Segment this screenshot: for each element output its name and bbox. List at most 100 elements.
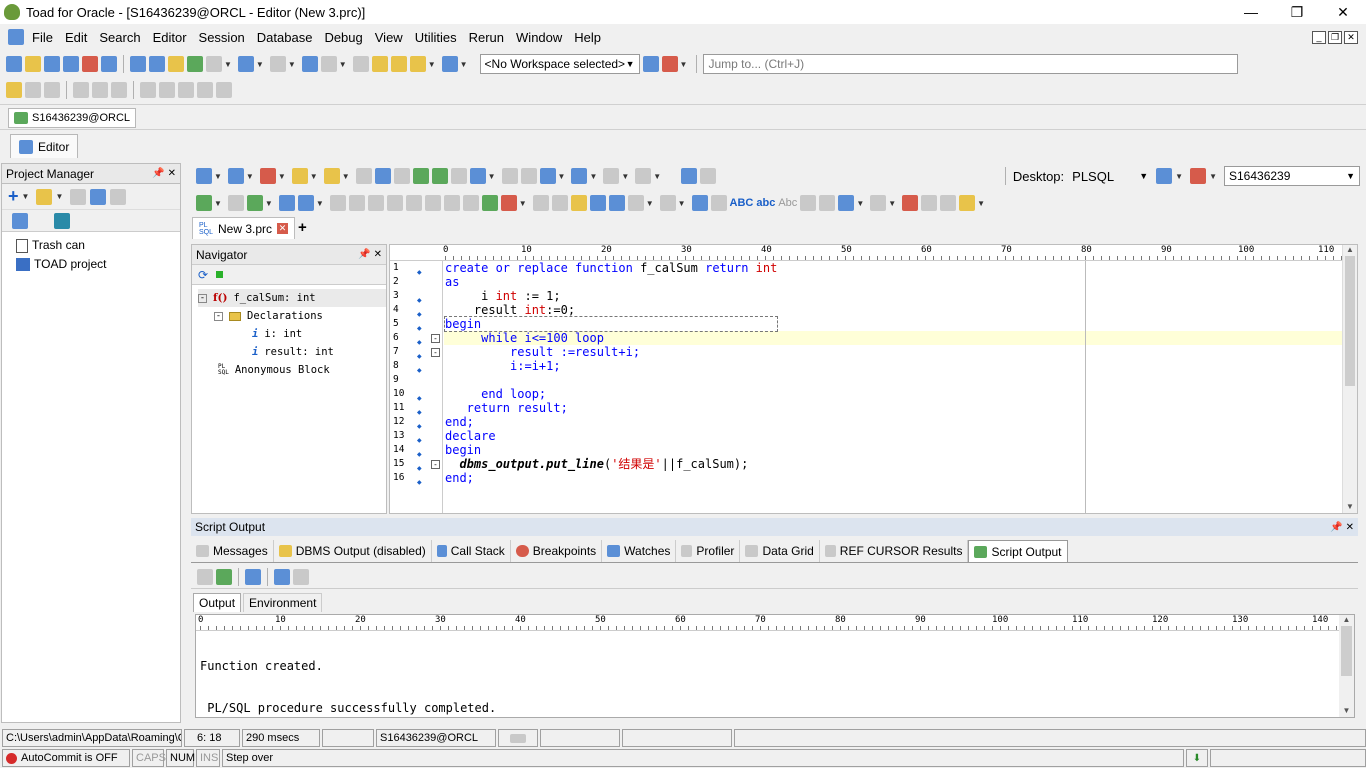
tool1-icon[interactable] [25, 82, 41, 98]
debug-options-icon[interactable] [297, 195, 314, 211]
print-editor-icon[interactable] [450, 168, 467, 184]
menu-database[interactable]: Database [251, 30, 319, 45]
step4-icon[interactable] [386, 195, 403, 211]
menu-rerun[interactable]: Rerun [463, 30, 510, 45]
menu-session[interactable]: Session [193, 30, 251, 45]
mdi-close-button[interactable]: ✕ [1344, 31, 1358, 44]
fold-while-icon[interactable]: - [431, 348, 440, 357]
nav-var-i[interactable]: i i: int [198, 325, 386, 343]
add-icon[interactable]: + [8, 186, 19, 207]
workspace-select[interactable]: <No Workspace selected> ▼ [479, 54, 640, 74]
tools-icon[interactable] [269, 56, 286, 72]
open-icon[interactable] [291, 168, 308, 184]
output-check-icon[interactable] [216, 568, 232, 585]
output-copy-icon[interactable] [245, 568, 261, 585]
menu-view[interactable]: View [369, 30, 409, 45]
code-editor[interactable]: 0 10 20 30 40 50 60 70 80 90 100 110 123… [389, 244, 1358, 514]
desktop-delete-icon[interactable] [1190, 168, 1207, 184]
step3-icon[interactable] [367, 195, 384, 211]
layout-editor-icon[interactable] [681, 168, 698, 184]
plsql-icon[interactable] [320, 56, 337, 72]
navigator-close-icon[interactable]: ✕ [374, 249, 382, 260]
grid-icon[interactable] [301, 56, 318, 72]
tab-breakpoints[interactable]: Breakpoints [511, 540, 603, 562]
compile-error-icon[interactable] [500, 195, 517, 211]
window-view-icon[interactable] [571, 168, 588, 184]
menu-help[interactable]: Help [568, 30, 607, 45]
new-file-icon[interactable] [70, 188, 87, 205]
minimize-button[interactable]: — [1228, 0, 1274, 24]
sql-modeler-icon[interactable] [44, 56, 60, 72]
compile-all-icon[interactable] [481, 195, 498, 211]
format-code-icon[interactable] [838, 195, 855, 211]
fold-begin2-icon[interactable]: - [431, 460, 440, 469]
query-icon[interactable] [206, 56, 222, 72]
menu-utilities[interactable]: Utilities [409, 30, 463, 45]
navigator-refresh-icon[interactable]: ⟳ [198, 268, 208, 282]
back-icon[interactable] [603, 168, 620, 184]
projects-tab-icon[interactable] [12, 212, 28, 229]
compile-icon[interactable] [520, 168, 537, 184]
output-pin-icon[interactable]: 📌 [1330, 522, 1342, 533]
connect-icon[interactable] [409, 56, 426, 72]
menu-file[interactable]: File [26, 30, 59, 45]
editor-window-tab[interactable]: Editor [10, 134, 79, 158]
step8-icon[interactable] [462, 195, 479, 211]
describe-icon[interactable] [101, 56, 117, 72]
save-all-icon[interactable] [393, 168, 410, 184]
open-folder-icon[interactable] [36, 188, 53, 205]
editor-scrollbar[interactable]: ▲ ▼ [1342, 245, 1357, 513]
find-object-icon[interactable] [187, 56, 203, 72]
magnifier-icon[interactable] [700, 168, 717, 184]
breakpoint-icon[interactable] [902, 195, 919, 211]
lowercase-icon[interactable]: abc [756, 197, 775, 209]
navigator-filter-icon[interactable] [216, 271, 224, 278]
connect-editor-icon[interactable] [196, 168, 212, 184]
pin-icon[interactable]: 📌 [152, 168, 164, 179]
step7-icon[interactable] [443, 195, 460, 211]
tool9-icon[interactable] [197, 82, 213, 98]
workspace-delete-icon[interactable] [661, 56, 678, 72]
menu-debug[interactable]: Debug [318, 30, 368, 45]
tab-watches[interactable]: Watches [602, 540, 677, 562]
comment-icon[interactable] [589, 195, 606, 211]
breakpoint3-icon[interactable] [940, 195, 957, 211]
schema-select[interactable]: S16436239 ▼ [1224, 166, 1360, 186]
menu-window[interactable]: Window [510, 30, 568, 45]
save-icon[interactable] [374, 168, 391, 184]
outdent-icon[interactable] [819, 195, 836, 211]
new-editor-icon[interactable] [6, 56, 22, 72]
tree-item-trash[interactable]: Trash can [16, 236, 180, 255]
file-tab[interactable]: PL SQL New 3.prc ✕ [192, 217, 296, 239]
output-print-icon[interactable] [293, 568, 309, 585]
collapse-icon[interactable]: - [214, 311, 223, 321]
disabled-arrow-icon[interactable] [352, 56, 369, 72]
uppercase-icon[interactable]: ABC [730, 197, 754, 209]
nav-var-result[interactable]: i result: int [198, 343, 386, 361]
tool8-icon[interactable] [178, 82, 194, 98]
replace-icon[interactable] [659, 195, 676, 211]
database-tab-icon[interactable] [54, 212, 70, 229]
desktop-save-icon[interactable] [1156, 168, 1173, 184]
bookmark-icon[interactable] [870, 195, 887, 211]
step2-icon[interactable] [348, 195, 365, 211]
uncomment-icon[interactable] [608, 195, 625, 211]
format-icon[interactable] [469, 168, 486, 184]
open-recent-icon[interactable] [323, 168, 340, 184]
explain-plan-icon[interactable] [278, 195, 295, 211]
subtab-environment[interactable]: Environment [243, 593, 323, 612]
window-icon[interactable] [130, 56, 146, 72]
subtab-output[interactable]: Output [193, 593, 242, 612]
redo-icon[interactable] [710, 195, 727, 211]
restore-button[interactable]: ❐ [1274, 0, 1320, 24]
tab-data-grid[interactable]: Data Grid [740, 540, 820, 562]
menu-edit[interactable]: Edit [59, 30, 93, 45]
print-icon[interactable] [110, 188, 127, 205]
close-tab-icon[interactable]: ✕ [277, 223, 289, 234]
new-tab-button[interactable]: + [298, 219, 307, 236]
tools-editor-icon[interactable] [959, 195, 976, 211]
tab-messages[interactable]: Messages [191, 540, 274, 562]
output-clear-icon[interactable] [197, 568, 213, 585]
workspace-icon[interactable] [642, 56, 659, 72]
jump-to-input[interactable]: Jump to... (Ctrl+J) [703, 54, 1239, 74]
